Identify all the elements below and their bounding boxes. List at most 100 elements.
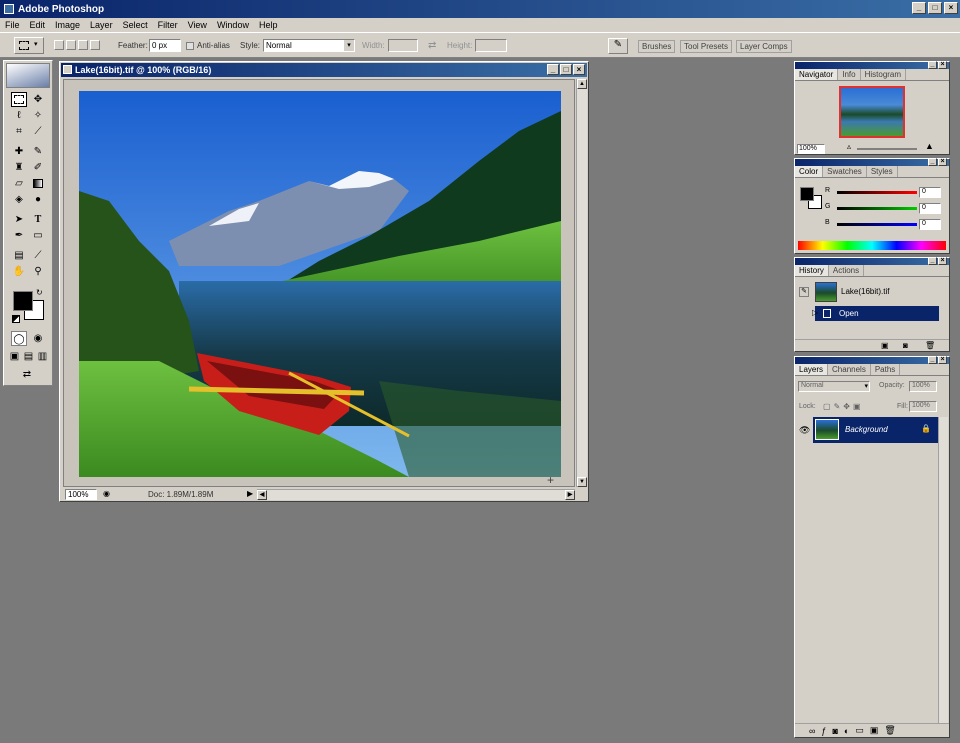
eyedropper-tool-icon[interactable]: ⟋ bbox=[30, 248, 46, 263]
shape-tool-icon[interactable]: ▭ bbox=[30, 228, 46, 243]
tab-actions[interactable]: Actions bbox=[829, 265, 865, 276]
history-brush-source-icon[interactable]: ✎ bbox=[799, 287, 809, 297]
opacity-input[interactable]: 100% bbox=[909, 381, 937, 392]
scroll-right-icon[interactable]: ▶ bbox=[565, 490, 575, 500]
tab-styles[interactable]: Styles bbox=[867, 166, 898, 177]
new-selection-icon[interactable] bbox=[54, 40, 64, 50]
doc-maximize-button[interactable]: □ bbox=[560, 64, 572, 75]
palette-well-tool-presets[interactable]: Tool Presets bbox=[680, 40, 733, 53]
scroll-up-icon[interactable]: ▲ bbox=[577, 79, 587, 89]
full-screen-mode-icon[interactable]: ▥ bbox=[36, 349, 49, 364]
history-snapshot-row[interactable]: ✎ Lake(16bit).tif bbox=[797, 281, 939, 303]
doc-minimize-button[interactable]: _ bbox=[547, 64, 559, 75]
minimize-button[interactable]: _ bbox=[912, 2, 926, 14]
eye-icon[interactable]: 👁 bbox=[799, 425, 810, 436]
dodge-tool-icon[interactable]: ● bbox=[30, 192, 46, 207]
path-selection-tool-icon[interactable]: ➤ bbox=[11, 212, 27, 227]
new-document-from-state-icon[interactable]: ▣ bbox=[881, 341, 889, 350]
layer-row-background[interactable]: 👁 Background 🔒 bbox=[797, 417, 939, 443]
tab-paths[interactable]: Paths bbox=[871, 364, 901, 375]
add-selection-icon[interactable] bbox=[66, 40, 76, 50]
move-tool-icon[interactable]: ✥ bbox=[30, 92, 46, 107]
navigator-preview[interactable] bbox=[839, 86, 905, 138]
palette-title-bar[interactable]: _ × bbox=[795, 61, 949, 69]
tab-info[interactable]: Info bbox=[838, 69, 861, 80]
palette-title-bar[interactable]: _ × bbox=[795, 257, 949, 265]
palette-minimize-button[interactable]: _ bbox=[928, 61, 937, 69]
lake-photo[interactable] bbox=[79, 91, 561, 477]
blue-value[interactable]: 0 bbox=[919, 219, 941, 230]
status-menu-arrow-icon[interactable]: ▶ bbox=[247, 489, 253, 498]
menu-filter[interactable]: Filter bbox=[158, 20, 178, 30]
trash-icon[interactable]: 🗑 bbox=[925, 341, 935, 350]
eraser-tool-icon[interactable]: ▱ bbox=[11, 176, 27, 191]
palette-well-layer-comps[interactable]: Layer Comps bbox=[736, 40, 792, 53]
red-slider[interactable] bbox=[837, 191, 917, 194]
menu-file[interactable]: File bbox=[5, 20, 20, 30]
gradient-tool-icon[interactable] bbox=[30, 176, 46, 191]
layers-scrollbar[interactable] bbox=[938, 417, 948, 723]
full-screen-menu-mode-icon[interactable]: ▤ bbox=[22, 349, 35, 364]
style-select[interactable]: Normal ▾ bbox=[263, 39, 355, 52]
brush-tool-icon[interactable]: ✎ bbox=[30, 144, 46, 159]
palette-well-brushes[interactable]: Brushes bbox=[638, 40, 676, 53]
layer-style-icon[interactable]: ƒ bbox=[821, 726, 826, 736]
slice-tool-icon[interactable]: ⟋ bbox=[30, 124, 46, 139]
menu-view[interactable]: View bbox=[188, 20, 207, 30]
palette-close-button[interactable]: × bbox=[938, 61, 947, 69]
tab-layers[interactable]: Layers bbox=[795, 364, 829, 375]
feather-input[interactable]: 0 px bbox=[149, 39, 181, 52]
blend-mode-select[interactable]: Normal ▾ bbox=[798, 381, 870, 392]
fill-input[interactable]: 100% bbox=[909, 401, 937, 412]
tab-navigator[interactable]: Navigator bbox=[795, 69, 839, 80]
palette-title-bar[interactable]: _ × bbox=[795, 158, 949, 166]
palette-title-bar[interactable]: _ × bbox=[795, 356, 949, 364]
trash-icon[interactable]: 🗑 bbox=[884, 725, 895, 736]
jump-to-imageready-icon[interactable]: ⇄ bbox=[11, 367, 43, 382]
tab-swatches[interactable]: Swatches bbox=[823, 166, 867, 177]
palette-close-button[interactable]: × bbox=[938, 356, 947, 364]
swap-dimensions-icon[interactable]: ⇄ bbox=[428, 40, 436, 51]
tab-color[interactable]: Color bbox=[795, 166, 824, 177]
tab-history[interactable]: History bbox=[795, 265, 829, 276]
zoom-tool-icon[interactable]: ⚲ bbox=[30, 264, 46, 279]
antialias-checkbox[interactable] bbox=[186, 42, 194, 50]
toolbox-header-feather-icon[interactable] bbox=[6, 63, 50, 88]
lock-all-icon[interactable]: ▣ bbox=[853, 402, 861, 411]
palette-close-button[interactable]: × bbox=[938, 158, 947, 166]
green-value[interactable]: 0 bbox=[919, 203, 941, 214]
height-input[interactable] bbox=[475, 39, 507, 52]
lock-pixels-icon[interactable]: ✎ bbox=[834, 402, 841, 411]
new-group-icon[interactable]: ▭ bbox=[855, 725, 864, 736]
maximize-button[interactable]: □ bbox=[928, 2, 942, 14]
hand-tool-icon[interactable]: ✋ bbox=[11, 264, 27, 279]
menu-help[interactable]: Help bbox=[259, 20, 278, 30]
history-item-open[interactable]: ▷ Open bbox=[812, 306, 939, 321]
horizontal-scrollbar[interactable]: ◀ ▶ bbox=[257, 489, 575, 500]
foreground-color-swatch[interactable] bbox=[13, 291, 33, 311]
blue-slider[interactable] bbox=[837, 223, 917, 226]
intersect-selection-icon[interactable] bbox=[90, 40, 100, 50]
navigator-zoom-slider[interactable] bbox=[857, 148, 917, 150]
zoom-field[interactable]: 100% bbox=[65, 489, 97, 500]
menu-edit[interactable]: Edit bbox=[30, 20, 46, 30]
menu-select[interactable]: Select bbox=[123, 20, 148, 30]
notes-tool-icon[interactable]: ▤ bbox=[11, 248, 27, 263]
scroll-left-icon[interactable]: ◀ bbox=[257, 490, 267, 500]
red-value[interactable]: 0 bbox=[919, 187, 941, 198]
crop-tool-icon[interactable]: ⌗ bbox=[11, 124, 27, 139]
lock-transparency-icon[interactable]: ▢ bbox=[823, 402, 831, 411]
clone-stamp-tool-icon[interactable]: ♜ bbox=[11, 160, 27, 175]
default-colors-icon[interactable] bbox=[12, 315, 20, 323]
menu-image[interactable]: Image bbox=[55, 20, 80, 30]
swap-colors-icon[interactable]: ↻ bbox=[36, 288, 43, 297]
new-layer-icon[interactable]: ▣ bbox=[870, 725, 879, 736]
go-to-imageready-icon[interactable]: ✎ bbox=[608, 38, 628, 54]
palette-minimize-button[interactable]: _ bbox=[928, 257, 937, 265]
tab-channels[interactable]: Channels bbox=[828, 364, 871, 375]
adjustment-layer-icon[interactable]: ◐ bbox=[844, 726, 849, 736]
palette-close-button[interactable]: × bbox=[938, 257, 947, 265]
quick-mask-mode-icon[interactable]: ◉ bbox=[30, 331, 46, 346]
menu-layer[interactable]: Layer bbox=[90, 20, 113, 30]
color-fg-swatch[interactable] bbox=[800, 187, 814, 201]
